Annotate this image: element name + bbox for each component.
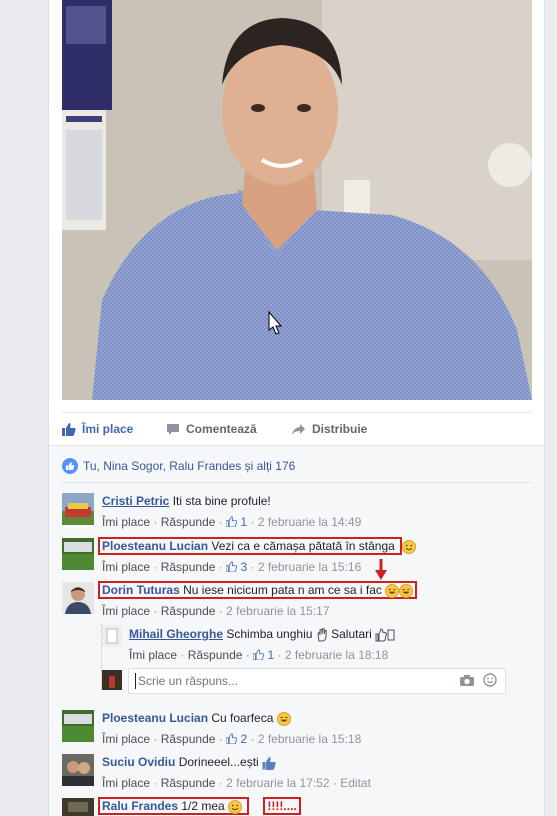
comment-timestamp[interactable]: 2 februarie la 15:16 [258, 560, 361, 574]
comment-like-link[interactable]: Îmi place [102, 560, 150, 574]
comment-meta: Îmi place · Răspunde · 2 · 2 februarie l… [102, 732, 362, 746]
avatar [102, 670, 122, 690]
comment-timestamp[interactable]: 2 februarie la 15:17 [226, 604, 329, 618]
comment-meta: Îmi place · Răspunde · 3 · 2 februarie l… [102, 560, 362, 574]
comment-like-link[interactable]: Îmi place [102, 776, 150, 790]
annotation-exclamation: !!!!.... [263, 797, 301, 815]
thumbs-up-icon [62, 423, 76, 436]
like-reaction-icon [62, 458, 78, 474]
photo-illustration [62, 0, 532, 400]
comment-author[interactable]: Ralu Frandes [102, 799, 178, 813]
post-actions-bar: Îmi place Comentează Distribuie [62, 412, 532, 446]
reply-composer [128, 668, 506, 694]
thumbs-up-emoji-icon [375, 628, 388, 642]
comment-like-link[interactable]: Îmi place [102, 732, 150, 746]
comment-like-count[interactable]: 1 [240, 515, 247, 529]
post-photo[interactable] [62, 0, 532, 400]
comment-text: Dorineeel...ești [178, 755, 259, 769]
like-button-label: Îmi place [82, 422, 134, 436]
missing-glyph-icon [387, 629, 395, 641]
comment-meta: Îmi place · Răspunde · 2 februarie la 15… [102, 604, 330, 618]
smiley-emoji-icon [228, 799, 243, 814]
comment-like-count[interactable]: 2 [240, 732, 247, 746]
comment-text: Iti sta bine profule! [172, 494, 271, 508]
avatar[interactable] [62, 798, 94, 816]
thumbs-up-icon [225, 561, 238, 573]
likes-summary[interactable]: Tu, Nina Sogor, Ralu Frandes și alți 176 [62, 458, 295, 474]
avatar[interactable] [62, 710, 94, 742]
comment-reply-link[interactable]: Răspunde [161, 604, 216, 618]
avatar[interactable] [62, 538, 94, 570]
comment-button-label: Comentează [186, 422, 257, 436]
comment-text: 1/2 mea [181, 799, 225, 813]
comment-text: Vezi ca e cămașa pătată în stânga [211, 539, 395, 553]
reply-reply-link[interactable]: Răspunde [188, 648, 243, 662]
avatar[interactable] [62, 493, 94, 525]
comment-reply-link[interactable]: Răspunde [161, 776, 216, 790]
comment-text: Nu iese nicicum pata n am ce sa i fac [183, 583, 382, 597]
red-arrow-annotation [375, 559, 387, 580]
reply-meta: Îmi place · Răspunde · 1 · 2 februarie l… [129, 648, 389, 662]
laughing-emoji-icon [399, 583, 414, 598]
comment-edited-label[interactable]: Editat [340, 776, 371, 790]
comment-timestamp[interactable]: 2 februarie la 17:52 [226, 776, 329, 790]
like-button[interactable]: Îmi place [62, 422, 133, 436]
thumbs-up-emoji-icon [262, 756, 276, 770]
emoji-picker-icon[interactable] [483, 673, 497, 687]
comments-section: Tu, Nina Sogor, Ralu Frandes și alți 176… [49, 445, 544, 816]
thumbs-up-icon [225, 516, 238, 528]
thumbs-up-icon [252, 649, 265, 661]
comment-like-link[interactable]: Îmi place [102, 515, 150, 529]
comment-reply-link[interactable]: Răspunde [161, 560, 216, 574]
highlighted-comment: Dorin Tuturas Nu iese nicicum pata n am … [98, 581, 418, 599]
comment-author[interactable]: Cristi Petric [102, 494, 169, 508]
reply-like-link[interactable]: Îmi place [129, 648, 177, 662]
comment-timestamp[interactable]: 2 februarie la 15:18 [258, 732, 361, 746]
comment-text: Cu foarfeca [211, 711, 274, 725]
reply-timestamp[interactable]: 2 februarie la 18:18 [285, 648, 388, 662]
reply-author[interactable]: Mihail Gheorghe [129, 627, 223, 641]
comment-meta: Îmi place · Răspunde · 1 · 2 februarie l… [102, 515, 362, 529]
avatar[interactable] [62, 582, 94, 614]
reply-input[interactable] [135, 673, 438, 689]
comment-reply-link[interactable]: Răspunde [161, 732, 216, 746]
comment-like-link[interactable]: Îmi place [102, 604, 150, 618]
avatar[interactable] [62, 754, 94, 786]
comment-meta: Îmi place · Răspunde · 2 februarie la 17… [102, 776, 371, 790]
thumbs-up-icon [225, 733, 238, 745]
comment-author[interactable]: Ploesteanu Lucian [102, 539, 208, 553]
comment-like-count[interactable]: 3 [240, 560, 247, 574]
post-card: Îmi place Comentează Distribuie Tu, Nina… [48, 0, 545, 816]
camera-icon[interactable] [459, 674, 475, 687]
smiley-emoji-icon [402, 539, 417, 554]
share-button-label: Distribuie [312, 422, 368, 436]
avatar[interactable] [102, 626, 122, 646]
reply-text: Schimba unghiu [226, 627, 313, 641]
comment-author[interactable]: Suciu Ovidiu [102, 755, 175, 769]
comment-timestamp[interactable]: 2 februarie la 14:49 [258, 515, 361, 529]
comment-reply-link[interactable]: Răspunde [161, 515, 216, 529]
comment-author[interactable]: Ploesteanu Lucian [102, 711, 208, 725]
likes-summary-text: Tu, Nina Sogor, Ralu Frandes și alți 176 [83, 459, 296, 473]
waving-hand-icon [317, 627, 327, 642]
reply-like-count[interactable]: 1 [267, 648, 274, 662]
share-button[interactable]: Distribuie [291, 422, 367, 436]
divider [62, 482, 531, 483]
laughing-emoji-icon [385, 583, 400, 598]
highlighted-comment: Ralu Frandes 1/2 mea [98, 797, 250, 815]
reply-text-2: Salutari [331, 627, 372, 641]
comment-bubble-icon [167, 423, 179, 435]
share-arrow-icon [292, 423, 305, 435]
laughing-emoji-icon [276, 711, 291, 726]
highlighted-comment: Ploesteanu Lucian Vezi ca e cămașa pătat… [98, 537, 403, 555]
comment-author[interactable]: Dorin Tuturas [102, 583, 180, 597]
